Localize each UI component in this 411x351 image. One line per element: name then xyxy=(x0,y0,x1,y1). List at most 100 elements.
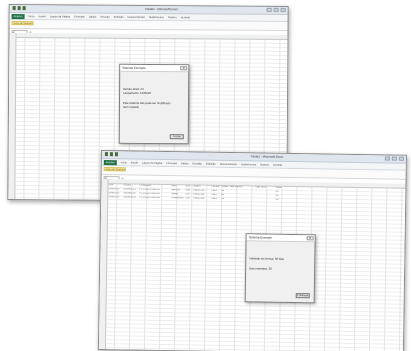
dialog-body: Versão atual: 2.5 Lançamento: 15/05/10 E… xyxy=(120,72,188,109)
save-icon[interactable] xyxy=(12,6,16,11)
screenshot-stage: Pasta1 - Microsoft Excel Arquivo Início … xyxy=(0,0,411,351)
table-cell[interactable]: Edição xyxy=(171,193,185,195)
undo-icon[interactable] xyxy=(109,152,113,157)
dialog-title-text: Sistema Exemplo xyxy=(122,65,146,70)
tab-nuance[interactable]: Nuance xyxy=(260,163,269,166)
tab-view[interactable]: Exibição xyxy=(206,162,216,165)
dialog-close-button[interactable]: ✕ xyxy=(306,236,314,241)
window-controls xyxy=(266,7,286,12)
table-header-cell[interactable]: Usuário xyxy=(123,184,139,186)
dialog-body: Validade da licença: 30 dias Dias restan… xyxy=(246,241,314,271)
tab-home[interactable]: Início xyxy=(121,161,127,164)
tab-insert[interactable]: Inserir xyxy=(131,161,138,164)
tab-review[interactable]: Revisão xyxy=(100,15,109,18)
table-cell[interactable]: OK xyxy=(275,195,287,197)
dialog-ok-button[interactable]: Fechar xyxy=(169,134,184,140)
table-header-cell[interactable]: Valor Anterior xyxy=(229,186,255,188)
minimize-icon[interactable] xyxy=(266,7,272,12)
tab-developer[interactable]: Desenvolvedor xyxy=(220,162,237,165)
table-cell[interactable]: USR xyxy=(185,197,193,199)
dialog-notice-2: nem copiado xyxy=(122,104,140,109)
tab-insert[interactable]: Inserir xyxy=(39,15,46,18)
table-cell[interactable]: Abertura xyxy=(171,189,185,191)
quick-access-toolbar[interactable] xyxy=(104,152,118,157)
table-cell[interactable]: 01/06/2010 xyxy=(108,196,123,198)
dialog-title-text: Sistema Exemplo xyxy=(248,235,273,240)
minimize-icon[interactable] xyxy=(384,156,390,161)
tab-nuance[interactable]: Nuance xyxy=(168,16,177,19)
tab-data[interactable]: Dados xyxy=(181,162,189,165)
table-cell[interactable]: B2 xyxy=(221,194,229,196)
table-cell[interactable]: USUARIO03 xyxy=(123,196,139,198)
undo-icon[interactable] xyxy=(17,6,21,11)
table-header-cell[interactable]: Ação xyxy=(171,185,185,187)
close-icon[interactable] xyxy=(280,7,286,12)
table-cell[interactable]: Pasta1.xlsx xyxy=(193,197,211,199)
tab-formulas[interactable]: Fórmulas xyxy=(166,162,177,165)
tab-file[interactable]: Arquivo xyxy=(11,13,25,19)
table-header-cell[interactable]: Data xyxy=(108,184,123,186)
table-header-cell[interactable]: Valor Novo xyxy=(255,186,275,188)
table-cell[interactable]: PC-ESCRITORIO-03 xyxy=(139,197,171,200)
table-cell[interactable]: USR xyxy=(185,193,193,195)
dialog-continue-button[interactable]: Continuar xyxy=(295,293,310,299)
table-cell[interactable]: ADM xyxy=(185,189,193,191)
window-title: Pasta1 - Microsoft Excel xyxy=(250,154,284,159)
table-cell[interactable]: USUARIO02 xyxy=(123,192,139,194)
save-icon[interactable] xyxy=(104,152,108,157)
about-dialog: Sistema Exemplo ✕ Versão atual: 2.5 Lanç… xyxy=(118,63,190,145)
table-cell[interactable]: Plan1 xyxy=(211,198,221,200)
window-title: Pasta1 - Microsoft Excel xyxy=(145,6,178,12)
tab-formulas[interactable]: Fórmulas xyxy=(74,15,85,18)
tab-developer[interactable]: Desenvolvedor xyxy=(128,15,145,18)
row-headers[interactable] xyxy=(98,179,109,350)
log-table: Data Usuário Computador Ação Nível Arquivo Pla… xyxy=(108,183,405,204)
table-cell[interactable]: Fechamento xyxy=(171,197,185,199)
tab-page-layout[interactable]: Layout da Página xyxy=(50,15,70,18)
security-warning-bar[interactable]: Aviso de Segurança xyxy=(11,21,34,26)
table-cell[interactable]: 01/06/2010 xyxy=(108,188,123,190)
maximize-icon[interactable] xyxy=(391,156,397,161)
row-headers[interactable] xyxy=(8,33,17,200)
dialog-days-remaining: Dias restantes: 29 xyxy=(249,266,272,271)
table-cell[interactable]: 01/06/2010 xyxy=(108,192,123,194)
table-cell[interactable]: OK xyxy=(275,191,287,193)
table-cell[interactable]: USUARIO01 xyxy=(123,188,139,190)
table-cell[interactable]: Plan1 xyxy=(211,190,221,192)
window-controls xyxy=(384,156,404,161)
excel-window-front: Pasta1 - Microsoft Excel Arquivo Início … xyxy=(97,150,407,351)
table-cell[interactable]: Pasta1.xlsx xyxy=(193,193,211,195)
table-cell[interactable]: A1 xyxy=(221,190,229,192)
redo-icon[interactable] xyxy=(114,152,118,157)
tab-file[interactable]: Arquivo xyxy=(103,159,117,165)
maximize-icon[interactable] xyxy=(273,7,279,12)
tab-addins[interactable]: Suplementos xyxy=(241,163,256,166)
tab-acrobat[interactable]: Acrobat xyxy=(273,163,282,166)
dialog-close-button[interactable]: ✕ xyxy=(180,66,188,71)
license-dialog: Sistema Exemplo ✕ Validade da licença: 3… xyxy=(244,233,316,304)
tab-review[interactable]: Revisão xyxy=(193,162,202,165)
table-cell[interactable]: C3 xyxy=(221,198,229,200)
ribbon-body: Aviso de Segurança xyxy=(9,20,288,31)
table-cell[interactable]: Plan1 xyxy=(211,194,221,196)
quick-access-toolbar[interactable] xyxy=(12,6,26,11)
table-cell[interactable]: Pasta1.xlsx xyxy=(193,189,211,191)
tab-page-layout[interactable]: Layout da Página xyxy=(142,161,162,164)
column-headers[interactable] xyxy=(9,33,288,40)
table-header-cell[interactable]: Célula xyxy=(221,186,229,188)
tab-home[interactable]: Início xyxy=(28,15,34,18)
security-warning-bar[interactable]: Aviso de Segurança xyxy=(103,167,126,172)
table-header-cell[interactable]: Planilha xyxy=(211,186,221,188)
table-header-cell[interactable]: Status xyxy=(275,187,287,189)
redo-icon[interactable] xyxy=(22,6,26,11)
tab-acrobat[interactable]: Acrobat xyxy=(181,16,190,19)
tab-addins[interactable]: Suplementos xyxy=(149,16,164,19)
dialog-title: Sistema Exemplo ✕ xyxy=(246,234,315,243)
tab-view[interactable]: Exibição xyxy=(114,15,124,18)
table-cell[interactable]: OK xyxy=(275,199,287,201)
table-header-cell[interactable]: Arquivo xyxy=(193,185,211,187)
table-header-cell[interactable]: Nível xyxy=(185,185,193,187)
tab-data[interactable]: Dados xyxy=(89,15,97,18)
close-icon[interactable] xyxy=(398,156,404,161)
dialog-title: Sistema Exemplo ✕ xyxy=(120,64,189,73)
